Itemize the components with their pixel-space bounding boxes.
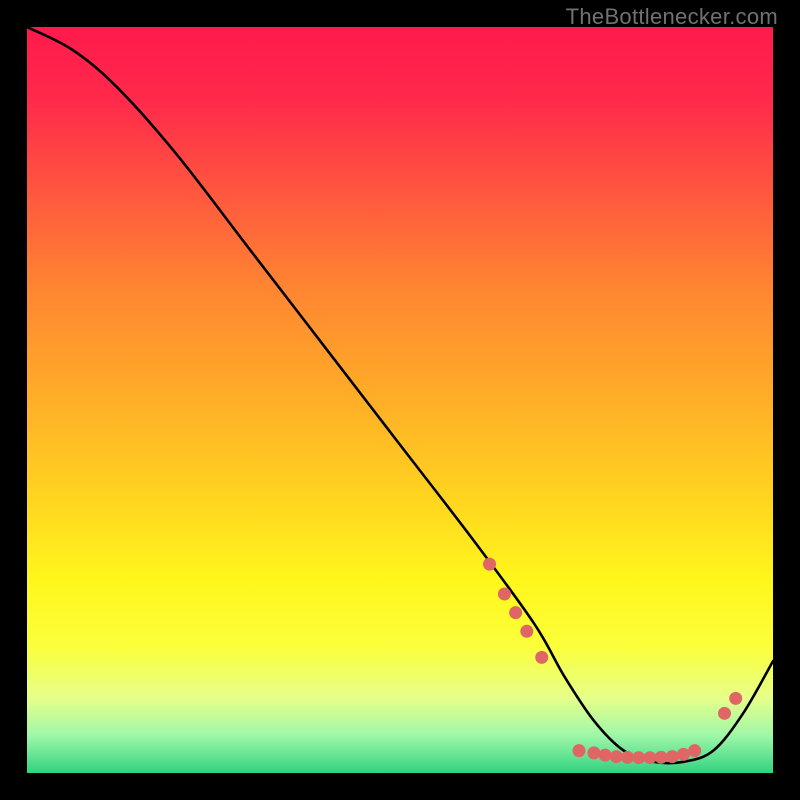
highlight-dot [535,651,548,664]
plot-area [27,27,773,773]
highlight-dot [655,751,668,764]
bottleneck-curve [27,27,773,763]
highlight-dot [599,749,612,762]
highlight-dot [718,707,731,720]
curve-layer [27,27,773,773]
highlight-dot [483,558,496,571]
highlight-dot [666,750,679,763]
highlight-dot [677,748,690,761]
highlight-dot [509,606,522,619]
highlight-dot [729,692,742,705]
highlight-dot [643,751,656,764]
chart-stage: TheBottlenecker.com [0,0,800,800]
highlight-dot [610,750,623,763]
highlight-dots [483,558,742,765]
highlight-dot [632,751,645,764]
highlight-dot [520,625,533,638]
highlight-dot [573,744,586,757]
highlight-dot [688,744,701,757]
highlight-dot [498,587,511,600]
highlight-dot [621,751,634,764]
highlight-dot [587,746,600,759]
